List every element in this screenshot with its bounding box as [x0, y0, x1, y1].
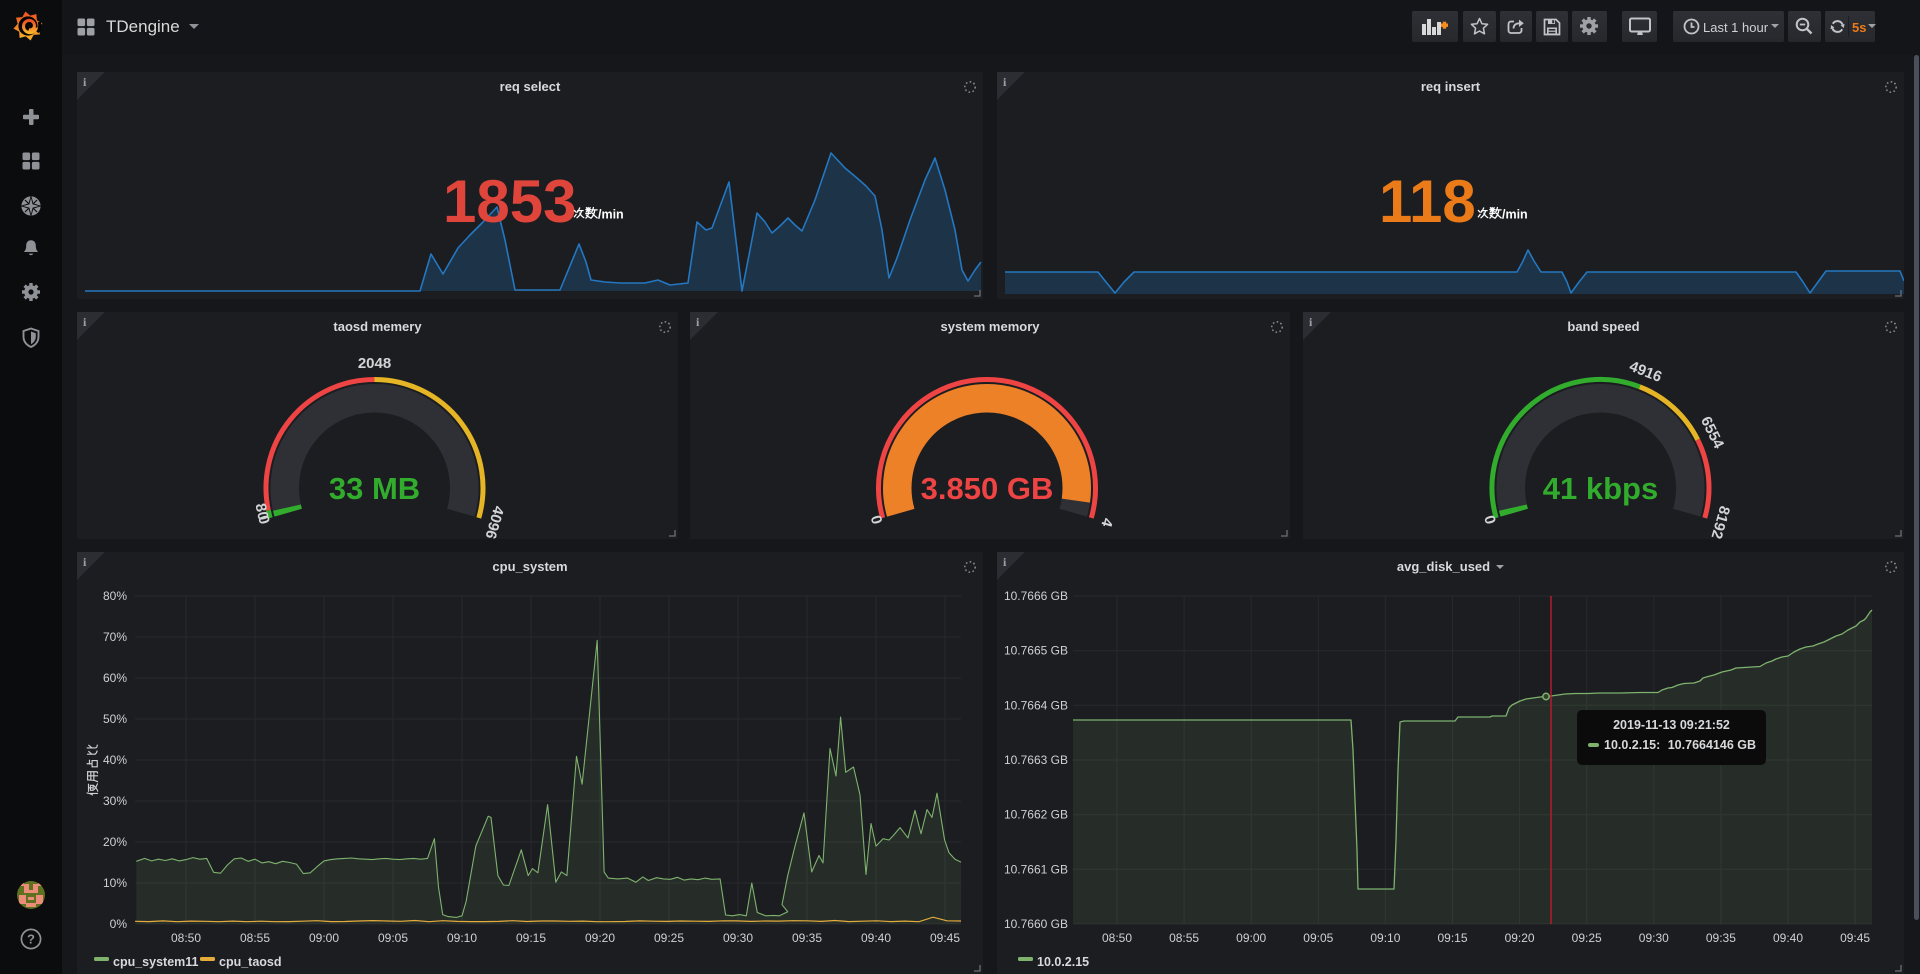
- svg-text:09:30: 09:30: [1639, 931, 1669, 945]
- svg-text:4096: 4096: [481, 504, 507, 539]
- svg-text:09:40: 09:40: [1773, 931, 1803, 945]
- svg-text:09:25: 09:25: [1572, 931, 1602, 945]
- svg-text:09:15: 09:15: [516, 931, 546, 945]
- svg-text:09:15: 09:15: [1437, 931, 1467, 945]
- svg-text:09:10: 09:10: [447, 931, 477, 945]
- svg-text:/min: /min: [598, 208, 624, 222]
- svg-text:09:40: 09:40: [861, 931, 891, 945]
- svg-text:60%: 60%: [103, 671, 127, 685]
- svg-text:3.850 GB: 3.850 GB: [921, 471, 1054, 506]
- svg-text:09:35: 09:35: [792, 931, 822, 945]
- svg-text:4: 4: [1097, 516, 1116, 529]
- svg-text:10.7662 GB: 10.7662 GB: [1004, 808, 1068, 822]
- svg-text:08:50: 08:50: [171, 931, 201, 945]
- svg-text:10.7660 GB: 10.7660 GB: [1004, 917, 1068, 931]
- svg-text:10%: 10%: [103, 876, 127, 890]
- svg-text:10.7664 GB: 10.7664 GB: [1004, 698, 1068, 712]
- svg-text:33 MB: 33 MB: [329, 471, 420, 506]
- svg-text:0: 0: [1480, 514, 1499, 527]
- svg-text:10.0.2.15: 10.0.2.15: [1037, 955, 1089, 969]
- svg-text:08:55: 08:55: [1169, 931, 1199, 945]
- svg-text:?: ?: [27, 932, 35, 947]
- svg-text:09:20: 09:20: [1505, 931, 1535, 945]
- svg-text:70%: 70%: [103, 630, 127, 644]
- svg-text:0: 0: [867, 514, 886, 527]
- svg-text:09:35: 09:35: [1706, 931, 1736, 945]
- svg-text:08:50: 08:50: [1102, 931, 1132, 945]
- svg-text:09:25: 09:25: [654, 931, 684, 945]
- svg-text:8192: 8192: [1707, 504, 1733, 539]
- svg-text:41 kbps: 41 kbps: [1543, 471, 1658, 506]
- svg-text:10.7666 GB: 10.7666 GB: [1004, 589, 1068, 603]
- svg-text:0%: 0%: [110, 917, 128, 931]
- svg-text:09:20: 09:20: [585, 931, 615, 945]
- svg-text:10.7665 GB: 10.7665 GB: [1004, 644, 1068, 658]
- svg-text:10.7661 GB: 10.7661 GB: [1004, 862, 1068, 876]
- svg-text:/min: /min: [1502, 208, 1528, 222]
- svg-text:09:05: 09:05: [1303, 931, 1333, 945]
- svg-text:09:00: 09:00: [309, 931, 339, 945]
- svg-text:09:45: 09:45: [930, 931, 960, 945]
- svg-text:40%: 40%: [103, 753, 127, 767]
- svg-text:10.7663 GB: 10.7663 GB: [1004, 753, 1068, 767]
- svg-text:4916: 4916: [1627, 358, 1664, 386]
- svg-text:09:05: 09:05: [378, 931, 408, 945]
- svg-text:2048: 2048: [358, 355, 391, 372]
- svg-text:20%: 20%: [103, 835, 127, 849]
- svg-text:08:55: 08:55: [240, 931, 270, 945]
- svg-text:30%: 30%: [103, 794, 127, 808]
- svg-text:80%: 80%: [103, 589, 127, 603]
- svg-text:80: 80: [251, 502, 271, 522]
- svg-text:cpu_taosd: cpu_taosd: [219, 955, 282, 969]
- svg-text:cpu_system11: cpu_system11: [113, 955, 199, 969]
- svg-text:09:45: 09:45: [1840, 931, 1870, 945]
- svg-text:09:00: 09:00: [1236, 931, 1266, 945]
- svg-text:09:10: 09:10: [1370, 931, 1400, 945]
- svg-text:09:30: 09:30: [723, 931, 753, 945]
- svg-text:50%: 50%: [103, 712, 127, 726]
